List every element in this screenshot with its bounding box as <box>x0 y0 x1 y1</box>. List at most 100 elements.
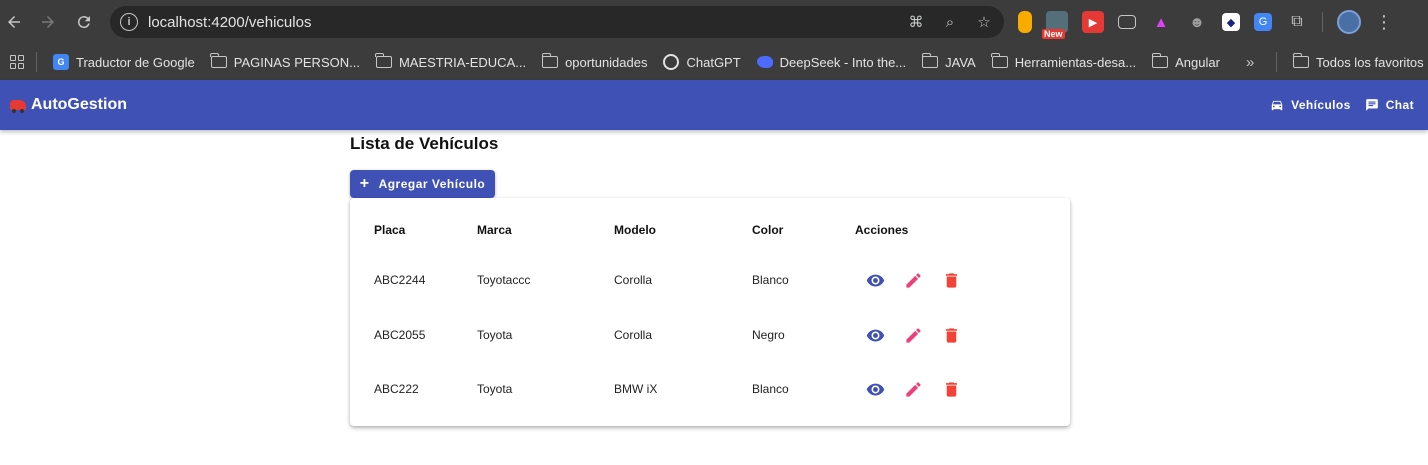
nav-vehiculos[interactable]: Vehículos <box>1270 98 1351 112</box>
bookmark-chatgpt[interactable]: ChatGPT <box>655 48 748 76</box>
extension-red-icon[interactable]: ▶ <box>1082 11 1104 33</box>
extension-pink-icon[interactable]: ▲ <box>1150 11 1172 33</box>
cell-color: Negro <box>752 328 785 342</box>
bookmarks-bar: G Traductor de Google PAGINAS PERSON... … <box>0 44 1428 80</box>
arrow-forward-icon <box>42 16 54 28</box>
all-bookmarks-label: Todos los favoritos <box>1316 54 1424 70</box>
extensions-bar: New ▶ ▲ ☻ ◆ G ⧉ ⋮ <box>1018 10 1393 39</box>
edit-button[interactable] <box>903 379 923 399</box>
folder-icon <box>1151 53 1169 68</box>
bookmark-folder-herramientas[interactable]: Herramientas-desa... <box>984 48 1144 76</box>
cell-acciones <box>855 362 1005 416</box>
view-button[interactable] <box>865 270 885 290</box>
cell-color: Blanco <box>752 382 789 396</box>
nav-chat[interactable]: Chat <box>1365 98 1414 112</box>
new-badge: New <box>1042 29 1065 39</box>
chatgpt-icon <box>663 54 680 70</box>
url-text[interactable]: localhost:4200/vehiculos <box>148 14 311 31</box>
bookmark-label: MAESTRIA-EDUCA... <box>398 54 527 70</box>
edit-button[interactable] <box>903 270 923 290</box>
delete-button[interactable] <box>941 379 961 399</box>
extensions-puzzle-icon[interactable]: ⧉ <box>1286 11 1308 33</box>
bookmark-label: JAVA <box>945 54 976 70</box>
extension-yellow-icon[interactable] <box>1018 11 1032 33</box>
eye-icon <box>866 383 884 395</box>
add-vehicle-button[interactable]: + Agregar Vehículo <box>350 170 495 198</box>
bookmark-folder-java[interactable]: JAVA <box>914 48 984 76</box>
view-button[interactable] <box>865 325 885 345</box>
back-button[interactable] <box>0 8 28 36</box>
all-bookmarks-folder[interactable]: Todos los favoritos <box>1285 48 1428 76</box>
cell-placa: ABC2055 <box>374 328 426 342</box>
bookmarks-separator <box>1276 52 1277 72</box>
site-info-icon[interactable]: i <box>120 13 138 31</box>
table-row: ABC2055 Toyota Corolla Negro <box>374 308 1005 362</box>
trash-icon <box>945 272 957 288</box>
folder-icon <box>541 53 559 68</box>
delete-button[interactable] <box>941 270 961 290</box>
forward-button[interactable] <box>34 8 62 36</box>
page-title: Lista de Vehículos <box>350 134 499 153</box>
bookmark-folder-maestria[interactable]: MAESTRIA-EDUCA... <box>368 48 534 76</box>
eye-icon <box>866 274 884 286</box>
bookmark-folder-paginas[interactable]: PAGINAS PERSON... <box>203 48 368 76</box>
row-actions <box>855 325 1005 345</box>
bookmark-folder-angular[interactable]: Angular <box>1144 48 1228 76</box>
profile-avatar[interactable] <box>1337 10 1361 34</box>
google-translate-extension-icon[interactable]: G <box>1254 13 1272 31</box>
cell-marca: Toyota <box>477 328 513 342</box>
arrow-back-icon <box>8 16 20 28</box>
cell-acciones <box>855 308 1005 362</box>
bookmark-google-translate[interactable]: G Traductor de Google <box>45 48 203 76</box>
view-button[interactable] <box>865 379 885 399</box>
nav-chat-label: Chat <box>1385 98 1414 112</box>
folder-icon <box>210 53 227 68</box>
google-translate-icon: G <box>53 54 69 70</box>
folder-icon <box>1292 53 1309 68</box>
extension-robot-icon[interactable]: ☻ <box>1186 11 1208 33</box>
edit-button[interactable] <box>903 325 923 345</box>
cell-acciones <box>855 248 1005 308</box>
brand-name: AutoGestion <box>31 96 127 113</box>
cell-modelo: Corolla <box>614 273 653 287</box>
zoom-icon[interactable]: ⌕ <box>940 12 960 32</box>
apps-icon[interactable] <box>10 55 24 69</box>
translate-icon[interactable]: ⌘ <box>906 12 926 32</box>
chat-icon <box>1365 99 1378 111</box>
column-header-acciones: Acciones <box>855 223 909 237</box>
cell-marca: Toyotaccc <box>477 273 531 287</box>
cell-color: Blanco <box>752 273 789 287</box>
address-bar[interactable]: i localhost:4200/vehiculos ⌘ ⌕ ☆ <box>110 6 1004 38</box>
column-header-marca: Marca <box>477 223 512 237</box>
app-header: AutoGestion Vehículos Chat <box>0 80 1428 130</box>
car-icon <box>1271 100 1283 111</box>
extension-cube-icon[interactable]: ◆ <box>1222 13 1240 31</box>
reload-icon <box>77 16 90 29</box>
nav-vehiculos-label: Vehículos <box>1291 98 1351 112</box>
deepseek-icon <box>756 56 773 68</box>
add-vehicle-label: Agregar Vehículo <box>378 177 486 191</box>
bookmark-deepseek[interactable]: DeepSeek - Into the... <box>749 48 914 76</box>
reload-button[interactable] <box>70 8 98 36</box>
picture-in-picture-icon[interactable] <box>1118 15 1136 29</box>
star-icon[interactable]: ☆ <box>974 12 994 32</box>
plus-icon: + <box>359 175 370 192</box>
pencil-icon <box>905 381 921 397</box>
cell-modelo: Corolla <box>614 328 653 342</box>
browser-menu-icon[interactable]: ⋮ <box>1375 12 1393 33</box>
column-header-placa: Placa <box>374 223 406 237</box>
more-bookmarks-button[interactable]: » <box>1238 48 1262 76</box>
bookmark-label: Herramientas-desa... <box>1014 54 1137 70</box>
bookmark-label: Angular <box>1175 54 1220 70</box>
chevron-double-right-icon: » <box>1246 53 1255 71</box>
bookmarks-separator <box>36 52 37 72</box>
table-row: ABC2244 Toyotaccc Corolla Blanco <box>374 248 1005 308</box>
folder-icon <box>375 53 392 68</box>
brand[interactable]: AutoGestion <box>10 96 127 114</box>
delete-button[interactable] <box>941 325 961 345</box>
bookmark-label: Traductor de Google <box>76 54 195 70</box>
bookmark-folder-oportunidades[interactable]: oportunidades <box>534 48 655 76</box>
cell-modelo: BMW iX <box>614 382 658 396</box>
extension-new-icon[interactable]: New <box>1042 11 1068 39</box>
cell-placa: ABC2244 <box>374 273 426 287</box>
